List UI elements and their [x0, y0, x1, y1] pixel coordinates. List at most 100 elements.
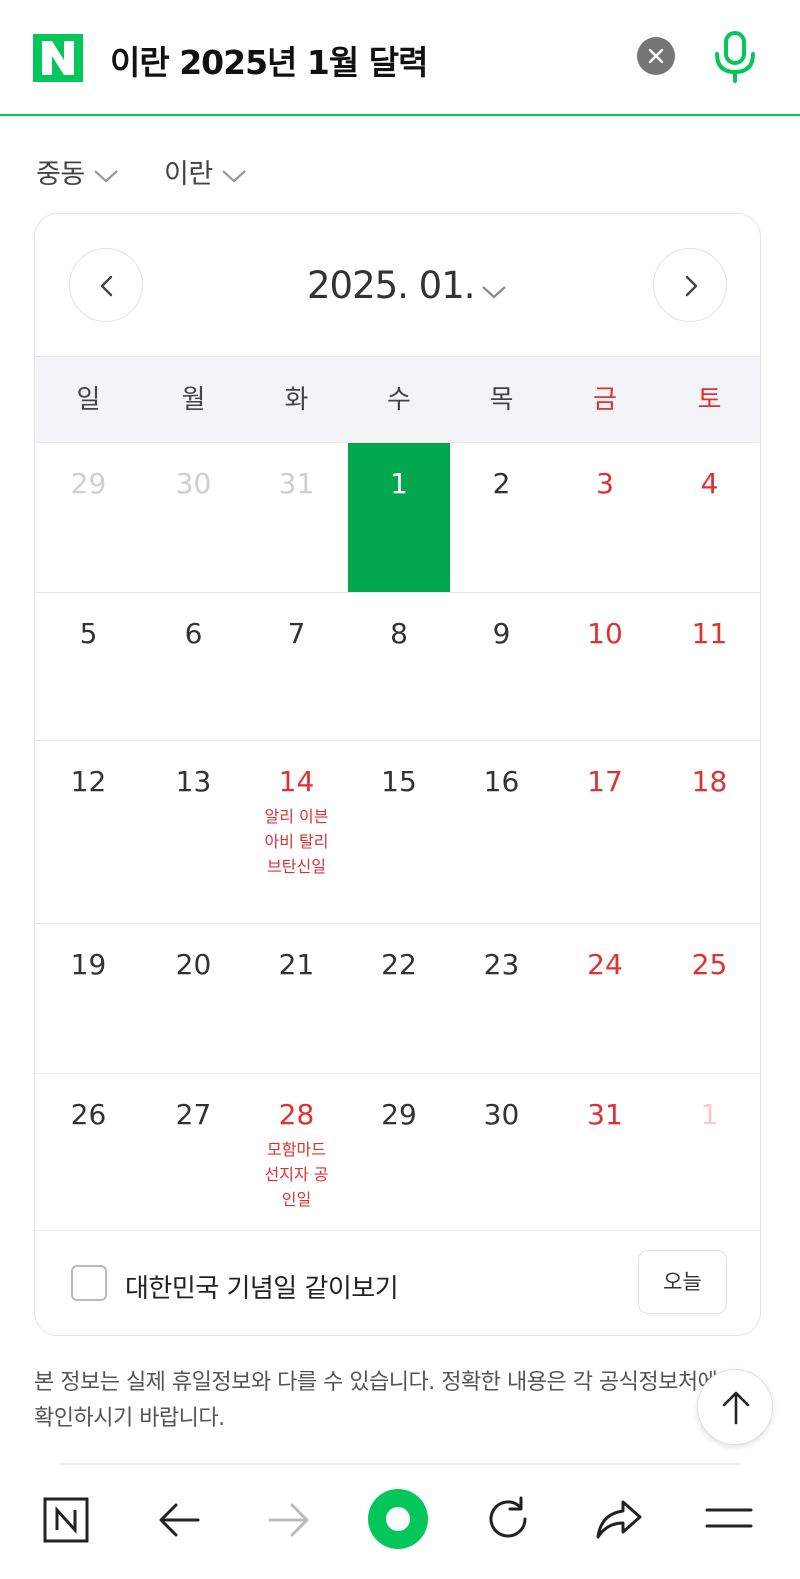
day-number: 29: [70, 467, 107, 500]
green-dot-button[interactable]: [366, 1466, 430, 1579]
naver-home-button[interactable]: [40, 1466, 92, 1579]
day-cell[interactable]: 23: [450, 924, 553, 1073]
clear-search-button[interactable]: [637, 37, 675, 75]
country-label: 이란: [164, 159, 213, 190]
weekday-label: 목: [489, 385, 514, 415]
weekday-label: 토: [697, 385, 722, 415]
compare-label[interactable]: 대한민국 기념일 같이보기: [125, 1268, 399, 1305]
korea-holidays-checkbox[interactable]: [71, 1265, 107, 1301]
day-number: 25: [691, 948, 728, 981]
day-cell[interactable]: 29: [348, 1074, 450, 1230]
region-selector[interactable]: 중동: [36, 152, 119, 191]
day-cell[interactable]: 20: [142, 924, 245, 1073]
weekday-label: 화: [284, 385, 309, 415]
day-cell[interactable]: 13: [142, 741, 245, 923]
day-cell[interactable]: 18: [657, 741, 760, 923]
day-cell[interactable]: 7: [245, 593, 348, 740]
day-cell[interactable]: 8: [348, 593, 450, 740]
day-cell[interactable]: 24: [553, 924, 657, 1073]
week-row: 26 27 28 모함마드 선지자 공인일 29 30 31 1: [35, 1074, 760, 1231]
day-number: 28: [278, 1098, 315, 1131]
day-cell[interactable]: 29: [35, 443, 142, 592]
week-row: 12 13 14 알리 이븐 아비 탈리브탄신일 15 16 17 18: [35, 741, 760, 924]
country-selector[interactable]: 이란: [164, 152, 247, 191]
week-row: 5 6 7 8 9 10 11: [35, 593, 760, 741]
naver-logo[interactable]: [33, 34, 83, 82]
day-cell[interactable]: 9: [450, 593, 553, 740]
day-cell[interactable]: 15: [348, 741, 450, 923]
day-number: 20: [175, 948, 212, 981]
forward-button[interactable]: [266, 1466, 312, 1579]
day-cell[interactable]: 21: [245, 924, 348, 1073]
day-number: 4: [700, 467, 719, 500]
prev-month-button[interactable]: [69, 248, 143, 322]
day-cell[interactable]: 30: [142, 443, 245, 592]
chevron-down-icon: [481, 266, 507, 309]
day-cell[interactable]: 4: [657, 443, 760, 592]
day-cell[interactable]: 3: [553, 443, 657, 592]
weekday-label: 일: [76, 385, 101, 415]
day-number: 1: [700, 1098, 719, 1131]
day-number: 21: [278, 948, 315, 981]
arrow-up-icon: [722, 1391, 750, 1425]
search-query-input[interactable]: 이란 2025년 1월 달력: [110, 36, 428, 84]
microphone-icon: [715, 31, 755, 83]
day-cell[interactable]: 31: [245, 443, 348, 592]
day-number: 30: [175, 467, 212, 500]
day-cell[interactable]: 16: [450, 741, 553, 923]
chevron-left-icon: [100, 275, 113, 297]
day-number: 11: [691, 617, 728, 650]
day-cell[interactable]: 31: [553, 1074, 657, 1230]
day-cell[interactable]: 10: [553, 593, 657, 740]
day-cell[interactable]: 5: [35, 593, 142, 740]
day-number: 3: [596, 467, 614, 500]
day-number: 27: [175, 1098, 212, 1131]
week-row: 29 30 31 1 2 3 4: [35, 443, 760, 593]
day-cell[interactable]: 30: [450, 1074, 553, 1230]
day-cell[interactable]: 22: [348, 924, 450, 1073]
close-icon: [648, 48, 664, 64]
search-header: 이란 2025년 1월 달력: [0, 0, 800, 116]
forward-arrow-icon: [268, 1503, 309, 1537]
day-number: 1: [390, 467, 408, 500]
day-number: 7: [287, 617, 306, 650]
day-number: 12: [70, 765, 107, 798]
day-cell[interactable]: 11: [657, 593, 760, 740]
week-row: 19 20 21 22 23 24 25: [35, 924, 760, 1074]
day-number: 2: [492, 467, 511, 500]
day-number: 6: [184, 617, 203, 650]
today-button[interactable]: 오늘: [638, 1250, 727, 1314]
refresh-button[interactable]: [484, 1466, 532, 1579]
day-number: 23: [483, 948, 520, 981]
day-cell[interactable]: 14 알리 이븐 아비 탈리브탄신일: [245, 741, 348, 923]
day-cell[interactable]: 17: [553, 741, 657, 923]
day-cell[interactable]: 6: [142, 593, 245, 740]
divider: [60, 1463, 740, 1465]
holiday-name: 알리 이븐 아비 탈리브탄신일: [264, 807, 329, 876]
day-number: 13: [175, 765, 212, 798]
voice-search-button[interactable]: [712, 30, 758, 84]
day-cell[interactable]: 26: [35, 1074, 142, 1230]
day-cell[interactable]: 27: [142, 1074, 245, 1230]
weekday-label: 월: [181, 385, 206, 415]
day-cell[interactable]: 28 모함마드 선지자 공인일: [245, 1074, 348, 1230]
compare-row: 대한민국 기념일 같이보기 오늘: [35, 1231, 760, 1335]
month-selector[interactable]: 2025. 01.: [307, 264, 507, 309]
day-cell-today[interactable]: 1: [348, 443, 450, 592]
day-cell[interactable]: 19: [35, 924, 142, 1073]
next-month-button[interactable]: [653, 248, 727, 322]
share-button[interactable]: [594, 1466, 644, 1579]
day-number: 29: [381, 1098, 417, 1131]
scroll-to-top-button[interactable]: [697, 1369, 773, 1445]
naver-home-icon: [43, 1497, 89, 1543]
menu-button[interactable]: [704, 1466, 754, 1579]
region-label: 중동: [36, 159, 85, 190]
chevron-right-icon: [685, 275, 698, 297]
day-cell[interactable]: 2: [450, 443, 553, 592]
day-cell[interactable]: 12: [35, 741, 142, 923]
day-number: 31: [587, 1098, 623, 1131]
back-button[interactable]: [156, 1466, 202, 1579]
day-cell[interactable]: 1: [657, 1074, 760, 1230]
day-number: 24: [587, 948, 623, 981]
day-cell[interactable]: 25: [657, 924, 760, 1073]
